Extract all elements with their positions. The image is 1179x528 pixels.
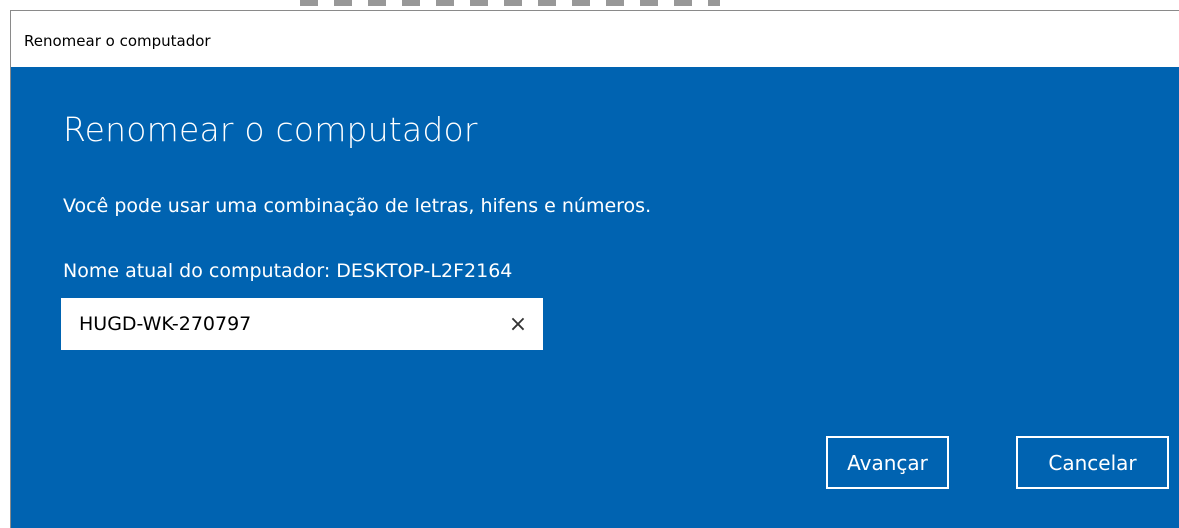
current-computer-name: Nome atual do computador: DESKTOP-L2F216… [63,260,513,282]
next-button-label: Avançar [847,450,928,475]
window-title: Renomear o computador [24,32,211,50]
cancel-button-label: Cancelar [1048,450,1137,475]
clear-icon[interactable]: × [503,309,533,339]
new-name-input[interactable] [79,300,489,348]
cancel-button[interactable]: Cancelar [1016,436,1169,489]
new-name-field[interactable]: × [61,298,543,350]
next-button[interactable]: Avançar [826,436,949,489]
background-content-fragment [300,0,720,6]
title-bar[interactable]: Renomear o computador [11,11,1179,67]
dialog-heading: Renomear o computador [63,110,478,149]
rename-computer-dialog: Renomear o computador Renomear o computa… [10,10,1179,528]
dialog-description: Você pode usar uma combinação de letras,… [63,195,652,217]
background-window-strip [0,0,1179,10]
